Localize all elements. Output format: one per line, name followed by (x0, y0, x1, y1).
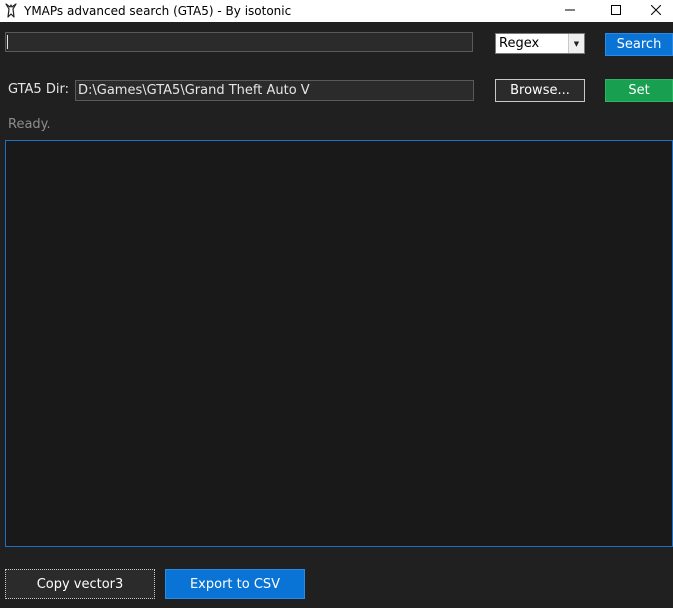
maximize-icon (611, 4, 621, 19)
window-controls (547, 0, 673, 22)
gta5-dir-field[interactable] (75, 80, 474, 101)
text-caret (7, 35, 8, 49)
export-csv-button[interactable]: Export to CSV (165, 569, 305, 599)
results-list[interactable] (5, 140, 673, 547)
app-logo-icon (2, 2, 20, 20)
search-mode-dropdown[interactable]: Regex ▼ (495, 33, 585, 54)
title-bar: YMAPs advanced search (GTA5) - By isoton… (0, 0, 673, 22)
set-button[interactable]: Set (605, 79, 673, 102)
close-button[interactable] (639, 0, 673, 22)
gta5-dir-label: GTA5 Dir: (8, 82, 69, 97)
maximize-button[interactable] (593, 0, 639, 22)
window-title: YMAPs advanced search (GTA5) - By isoton… (24, 4, 292, 18)
search-button[interactable]: Search (605, 33, 673, 56)
search-mode-value: Regex (499, 36, 540, 51)
close-icon (650, 4, 662, 19)
chevron-down-icon[interactable]: ▼ (568, 34, 584, 53)
browse-button[interactable]: Browse... (495, 79, 585, 102)
minimize-button[interactable] (547, 0, 593, 22)
status-text: Ready. (8, 117, 51, 132)
search-input[interactable] (5, 32, 473, 52)
minimize-icon (565, 4, 575, 19)
copy-vector3-button[interactable]: Copy vector3 (5, 569, 155, 599)
